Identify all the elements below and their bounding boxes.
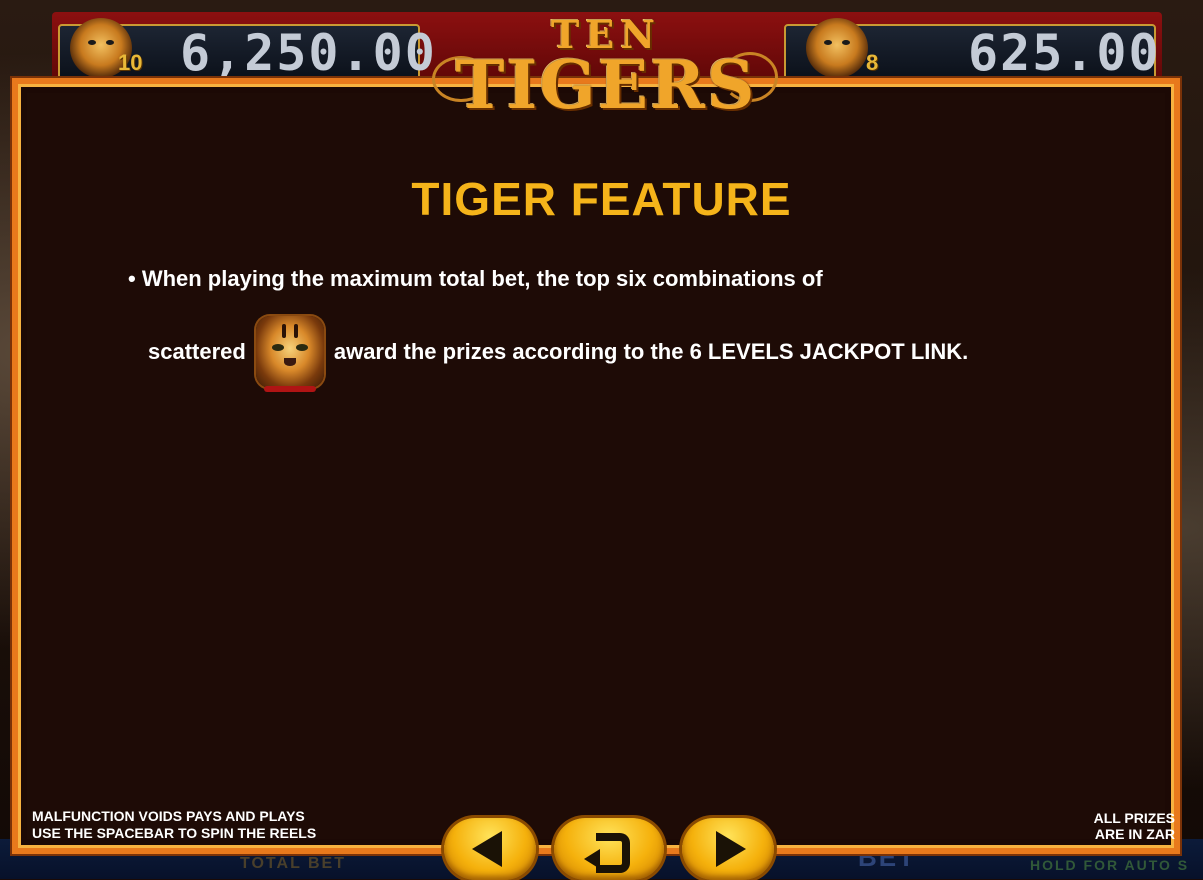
triangle-right-icon	[716, 831, 746, 867]
return-to-game-button[interactable]	[554, 818, 664, 880]
currency-notice: ALL PRIZES ARE IN ZAR	[1094, 810, 1175, 842]
game-logo: TEN TIGERS	[428, 12, 784, 124]
help-text-award: award the prizes according to the 6 LEVE…	[333, 339, 969, 364]
help-text-line-1: • When playing the maximum total bet, th…	[128, 266, 823, 291]
jackpot-level-left: 10	[118, 50, 143, 75]
help-text-scattered: scattered	[148, 339, 246, 364]
tiger-head-icon	[806, 18, 868, 78]
triangle-left-icon	[472, 831, 502, 867]
page-title: TIGER FEATURE	[411, 173, 792, 225]
currency-notice-line-1: ALL PRIZES	[1093, 810, 1175, 826]
total-bet-label: TOTAL BET	[240, 855, 346, 872]
currency-notice-line-2: ARE IN ZAR	[1094, 826, 1175, 842]
help-text-line-2: scattered award the prizes according to …	[148, 314, 969, 392]
jackpot-value-right: 625.00	[968, 24, 1161, 82]
hold-autospin-label: HOLD FOR AUTO S	[1030, 857, 1190, 873]
next-page-button[interactable]	[682, 818, 774, 880]
spacebar-hint: USE THE SPACEBAR TO SPIN THE REELS	[32, 825, 317, 841]
logo-line-tigers: TIGERS	[455, 46, 757, 124]
jackpot-level-right: 8	[866, 50, 879, 75]
previous-page-button[interactable]	[444, 818, 536, 880]
malfunction-notice: MALFUNCTION VOIDS PAYS AND PLAYS	[32, 808, 305, 824]
return-arrow-icon	[584, 829, 634, 873]
tiger-head-icon	[255, 316, 324, 392]
jackpot-value-left: 6,250.00	[180, 24, 437, 82]
disclaimer-left: MALFUNCTION VOIDS PAYS AND PLAYS USE THE…	[32, 808, 316, 842]
